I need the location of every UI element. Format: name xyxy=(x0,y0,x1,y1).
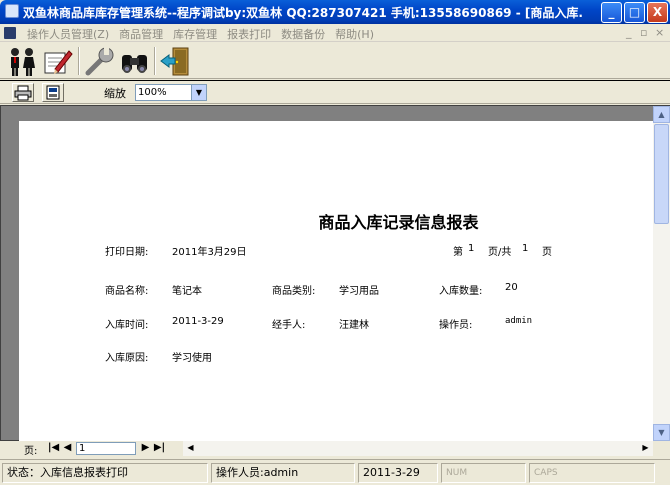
menu-operator-management[interactable]: 操作人员管理(Z) xyxy=(22,26,114,42)
mdi-restore-button[interactable]: ▫ xyxy=(640,26,647,39)
main-toolbar xyxy=(0,43,670,79)
vertical-scrollbar[interactable]: ▲ ▼ xyxy=(653,106,670,442)
handler-label: 经手人: xyxy=(272,320,306,331)
page-navigation: 页: |◀ ◀ 1 ▶ ▶| ◀ ▶ xyxy=(0,441,670,457)
title-bar: 双鱼林商品库库存管理系统--程序调试by:双鱼林 QQ:287307421 手机… xyxy=(0,0,670,24)
prev-page-icon[interactable]: ◀ xyxy=(61,442,74,455)
last-page-icon[interactable]: ▶| xyxy=(153,442,166,455)
toolbar-separator xyxy=(78,47,80,75)
handler-value: 汪建林 xyxy=(339,320,369,331)
export-icon[interactable] xyxy=(42,83,64,102)
maximize-button[interactable]: □ xyxy=(624,2,645,23)
page-suffix: 页 xyxy=(542,247,552,258)
horizontal-scrollbar[interactable]: ◀ ▶ xyxy=(183,441,653,456)
page-mid: 页/共 xyxy=(488,247,512,258)
exit-door-icon[interactable] xyxy=(159,45,192,77)
menu-report-print[interactable]: 报表打印 xyxy=(222,26,276,42)
zoom-label: 缩放 xyxy=(104,87,126,100)
zoom-value: 100% xyxy=(138,87,167,98)
quantity-label: 入库数量: xyxy=(439,286,483,297)
operator-label: 操作员: xyxy=(439,320,473,331)
print-date-value: 2011年3月29日 xyxy=(172,247,247,258)
window-title: 双鱼林商品库库存管理系统--程序调试by:双鱼林 QQ:287307421 手机… xyxy=(23,6,583,20)
product-category-label: 商品类别: xyxy=(272,286,316,297)
status-operator: 操作人员:admin xyxy=(211,463,355,483)
chevron-down-icon[interactable]: ▼ xyxy=(191,85,206,100)
page-total: 1 xyxy=(522,243,529,254)
toolbar-separator xyxy=(154,47,156,75)
stock-in-reason-value: 学习使用 xyxy=(172,353,212,364)
preview-toolbar: 缩放 100% ▼ xyxy=(0,80,670,104)
menu-bar: 操作人员管理(Z) 商品管理 库存管理 报表打印 数据备份 帮助(H) _ ▫ … xyxy=(0,24,670,42)
page-nav-label: 页: xyxy=(24,446,38,457)
users-icon[interactable] xyxy=(6,45,39,77)
operator-value: admin xyxy=(505,316,533,326)
menu-inventory-management[interactable]: 库存管理 xyxy=(168,26,222,42)
zoom-select[interactable]: 100% ▼ xyxy=(135,84,207,101)
first-page-icon[interactable]: |◀ xyxy=(47,442,60,455)
quantity-value: 20 xyxy=(505,282,518,293)
scroll-up-icon[interactable]: ▲ xyxy=(653,106,670,123)
mdi-child-icon[interactable] xyxy=(4,27,16,39)
minimize-button[interactable]: _ xyxy=(601,2,622,23)
close-button[interactable]: X xyxy=(647,2,668,23)
edit-form-icon[interactable] xyxy=(41,45,74,77)
scroll-down-icon[interactable]: ▼ xyxy=(653,424,670,441)
page-current: 1 xyxy=(468,243,475,254)
stock-in-time-label: 入库时间: xyxy=(105,320,149,331)
scroll-thumb[interactable] xyxy=(654,124,669,224)
stock-in-time-value: 2011-3-29 xyxy=(172,316,224,327)
status-state: 状态：入库信息报表打印 xyxy=(2,463,208,483)
status-date: 2011-3-29 xyxy=(358,463,438,483)
product-category-value: 学习用品 xyxy=(339,286,379,297)
product-name-value: 笔记本 xyxy=(172,286,202,297)
page-number-input[interactable]: 1 xyxy=(76,442,136,455)
report-preview-area: 商品入库记录信息报表 打印日期: 2011年3月29日 第 1 页/共 1 页 … xyxy=(0,105,670,442)
print-date-label: 打印日期: xyxy=(105,247,149,258)
scroll-left-icon[interactable]: ◀ xyxy=(183,441,198,456)
wrench-icon[interactable] xyxy=(83,45,116,77)
app-icon xyxy=(5,4,19,18)
mdi-minimize-button[interactable]: _ xyxy=(626,26,632,39)
menu-data-backup[interactable]: 数据备份 xyxy=(276,26,330,42)
menu-help[interactable]: 帮助(H) xyxy=(330,26,379,42)
product-name-label: 商品名称: xyxy=(105,286,149,297)
menu-product-management[interactable]: 商品管理 xyxy=(114,26,168,42)
report-title: 商品入库记录信息报表 xyxy=(318,213,479,232)
status-caps: CAPS xyxy=(529,463,655,483)
binoculars-icon[interactable] xyxy=(118,45,151,77)
next-page-icon[interactable]: ▶ xyxy=(139,442,152,455)
page-prefix: 第 xyxy=(453,247,463,258)
stock-in-reason-label: 入库原因: xyxy=(105,353,149,364)
scroll-right-icon[interactable]: ▶ xyxy=(638,441,653,456)
mdi-close-button[interactable]: × xyxy=(655,26,664,39)
print-icon[interactable] xyxy=(12,83,34,102)
status-num: NUM xyxy=(441,463,526,483)
status-bar: 状态：入库信息报表打印 操作人员:admin 2011-3-29 NUM CAP… xyxy=(0,459,670,485)
report-page: 商品入库记录信息报表 打印日期: 2011年3月29日 第 1 页/共 1 页 … xyxy=(19,121,654,441)
